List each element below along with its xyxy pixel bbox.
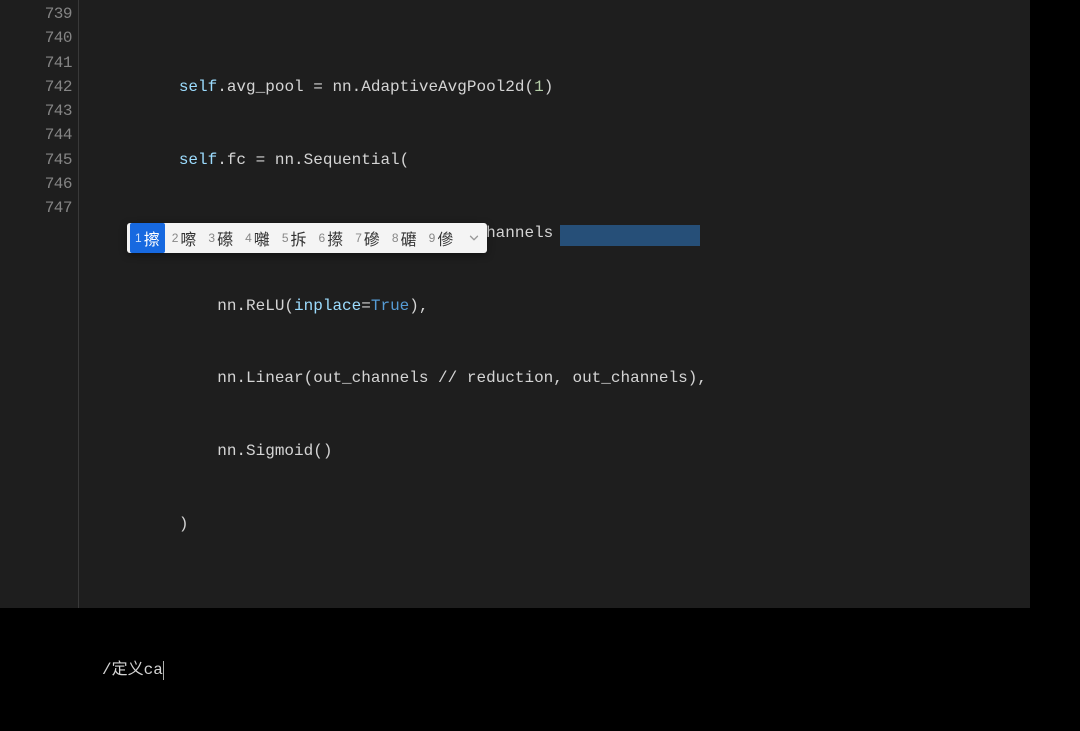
code-content[interactable]: self.avg_pool = nn.AdaptiveAvgPool2d(1) … [100, 0, 1030, 608]
line-number: 744 [0, 123, 72, 147]
code-line[interactable]: self.avg_pool = nn.AdaptiveAvgPool2d(1) [100, 75, 1030, 99]
line-number: 745 [0, 148, 72, 172]
line-number: 740 [0, 26, 72, 50]
line-number: 746 [0, 172, 72, 196]
code-line[interactable]: nn.ReLU(inplace=True), [100, 294, 1030, 318]
ime-candidate[interactable]: 4囃 [240, 223, 275, 253]
line-number: 747 [0, 196, 72, 220]
input-text: /定义ca [102, 661, 163, 679]
code-line[interactable]: self.fc = nn.Sequential( [100, 148, 1030, 172]
ime-candidate[interactable]: 3礤 [203, 223, 238, 253]
line-number: 742 [0, 75, 72, 99]
line-number: 743 [0, 99, 72, 123]
ime-candidate[interactable]: 5拆 [277, 223, 312, 253]
code-line[interactable]: ) [100, 512, 1030, 536]
ime-candidate[interactable]: 8礳 [387, 223, 422, 253]
line-number-gutter: 739 740 741 742 743 744 745 746 747 [0, 0, 78, 608]
code-line[interactable]: /定义ca [100, 658, 1030, 682]
ime-candidate[interactable]: 1擦 [130, 223, 165, 253]
selection-highlight [560, 225, 700, 246]
ime-candidate[interactable]: 2嚓 [167, 223, 202, 253]
code-line[interactable]: nn.Sigmoid() [100, 439, 1030, 463]
ime-candidate[interactable]: 7磣 [350, 223, 385, 253]
code-editor[interactable]: 739 740 741 742 743 744 745 746 747 self… [0, 0, 1030, 608]
code-line[interactable]: nn.Linear(out_channels // reduction, out… [100, 366, 1030, 390]
line-number: 741 [0, 51, 72, 75]
ime-candidate[interactable]: 6攃 [314, 223, 349, 253]
chevron-down-icon[interactable] [467, 231, 481, 245]
line-number: 739 [0, 2, 72, 26]
ime-candidate-popup[interactable]: 1擦 2嚓 3礤 4囃 5拆 6攃 7磣 8礳 9傪 [127, 223, 487, 253]
ime-candidate[interactable]: 9傪 [424, 223, 459, 253]
code-line[interactable] [100, 585, 1030, 609]
gutter-divider [78, 0, 100, 608]
